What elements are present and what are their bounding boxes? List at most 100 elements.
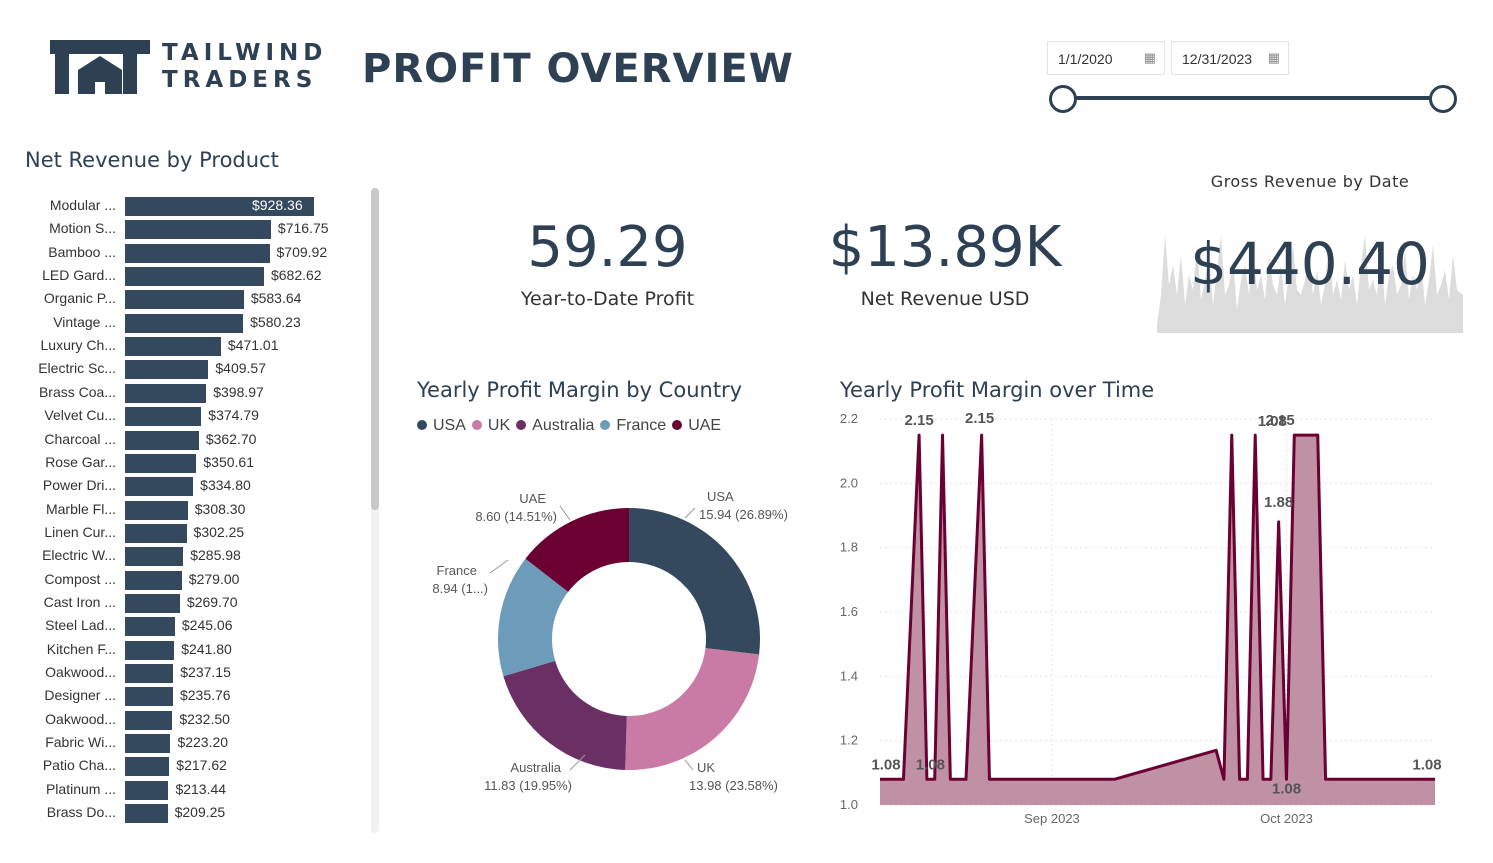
data-label: 1.88	[1264, 494, 1293, 511]
bar-label: Electric W...	[42, 547, 116, 564]
bar[interactable]	[125, 243, 270, 263]
bar[interactable]	[125, 570, 182, 590]
bar[interactable]	[125, 664, 174, 683]
bar-row[interactable]: Electric Sc... $409.57	[25, 358, 370, 381]
data-label: 2.15	[1266, 412, 1295, 429]
date-slider-start-handle[interactable]	[1049, 85, 1077, 113]
bar-label: Motion S...	[49, 220, 116, 237]
bar-row[interactable]: Vintage ... $580.23	[25, 312, 370, 335]
legend-item[interactable]: UK	[471, 417, 510, 435]
bar[interactable]	[125, 477, 194, 497]
bar[interactable]	[125, 267, 264, 287]
bar-row[interactable]: Kitchen F... $241.80	[25, 639, 370, 662]
data-label: 1.08	[871, 756, 900, 773]
bar-row[interactable]: Power Dri... $334.80	[25, 475, 370, 498]
bar-row[interactable]: Brass Coa... $398.97	[25, 382, 370, 405]
profit-margin-over-time-chart: 2.2 2.0 1.8 1.6 1.4 1.2 1.0 Sep 2023 Oct 2023 1.0…	[840, 410, 1442, 826]
ytd-profit-label: Year-to-Date Profit	[520, 288, 695, 310]
legend-label: France	[616, 417, 667, 434]
bar[interactable]	[125, 757, 170, 777]
bar[interactable]	[125, 617, 175, 637]
legend-item[interactable]: UAE	[672, 417, 721, 435]
bar-label: Bamboo ...	[48, 243, 116, 260]
bar[interactable]	[125, 360, 209, 380]
donut-slice-uk[interactable]	[625, 648, 760, 770]
bar-value-label: $583.64	[250, 290, 302, 307]
bar-row[interactable]: Designer ... $235.76	[25, 685, 370, 708]
end-date-input[interactable]: 12/31/2023 ▦	[1171, 41, 1289, 75]
bar[interactable]	[125, 734, 171, 754]
date-range-slider-track[interactable]	[1063, 96, 1444, 100]
calendar-icon[interactable]: ▦	[1144, 50, 1156, 66]
bar[interactable]	[125, 593, 180, 613]
donut-label-name: USA	[707, 489, 734, 504]
bar[interactable]	[125, 407, 202, 427]
bar[interactable]	[125, 547, 184, 567]
bar[interactable]	[125, 453, 197, 473]
bar-value-label: $709.92	[276, 243, 328, 260]
profit-margin-line[interactable]	[880, 433, 1435, 781]
bar-row[interactable]: Platinum ... $213.44	[25, 779, 370, 802]
bar-row[interactable]: Oakwood... $237.15	[25, 662, 370, 685]
bar-label: Modular ...	[49, 197, 116, 213]
bar[interactable]	[125, 523, 187, 543]
donut-slice-usa[interactable]	[629, 508, 760, 655]
bar-row[interactable]: Velvet Cu... $374.79	[25, 405, 370, 428]
x-tick-label: Sep 2023	[1024, 811, 1080, 826]
bar-row[interactable]: Luxury Ch... $471.01	[25, 335, 370, 358]
donut-slice-australia[interactable]	[503, 660, 627, 770]
bar-row[interactable]: Bamboo ... $709.92	[25, 242, 370, 265]
bar[interactable]	[125, 337, 221, 357]
start-date-input[interactable]: 1/1/2020 ▦	[1047, 41, 1165, 75]
bar-row[interactable]: Patio Cha... $217.62	[25, 755, 370, 778]
bar-row[interactable]: Electric W... $285.98	[25, 545, 370, 568]
bar-label: Power Dri...	[42, 477, 116, 494]
bar[interactable]	[125, 290, 244, 310]
bar-row[interactable]: Brass Do... $209.25	[25, 802, 370, 825]
bar[interactable]	[125, 804, 168, 824]
net-revenue-label: Net Revenue USD	[860, 288, 1030, 310]
y-tick-label: 1.4	[840, 668, 858, 683]
legend-item[interactable]: USA	[417, 417, 466, 435]
bar-row[interactable]: Oakwood... $232.50	[25, 709, 370, 732]
bar[interactable]	[125, 780, 169, 800]
profit-margin-by-country-title: Yearly Profit Margin by Country	[417, 378, 743, 402]
bar[interactable]	[125, 383, 207, 403]
bar-chart-scrollbar-thumb[interactable]	[371, 188, 379, 510]
bar[interactable]	[125, 500, 188, 520]
bar-row[interactable]: Fabric Wi... $223.20	[25, 732, 370, 755]
bar-row[interactable]: LED Gard... $682.62	[25, 265, 370, 288]
bar-label: Organic P...	[43, 290, 116, 307]
bar[interactable]	[125, 710, 173, 730]
logo-text: TAILWIND TRADERS	[162, 40, 327, 94]
bar[interactable]	[125, 687, 173, 707]
bar[interactable]	[125, 313, 244, 333]
bar-row[interactable]: Linen Cur... $302.25	[25, 522, 370, 545]
legend-dot-icon	[516, 420, 527, 430]
bar-value-label: $213.44	[175, 780, 227, 797]
bar-row[interactable]: Rose Gar... $350.61	[25, 452, 370, 475]
legend-label: USA	[433, 417, 466, 434]
bar-label: Compost ...	[44, 570, 116, 587]
donut-label-value: 8.60 (14.51%)	[475, 509, 557, 524]
bar-label: Velvet Cu...	[44, 407, 116, 424]
bar-row[interactable]: Organic P... $583.64	[25, 288, 370, 311]
bar-row[interactable]: Marble Fl... $308.30	[25, 499, 370, 522]
bar-value-label: $241.80	[181, 640, 232, 657]
donut-leader-line	[684, 759, 694, 771]
calendar-icon[interactable]: ▦	[1268, 50, 1280, 66]
bar-value-label: $334.80	[200, 477, 251, 494]
bar-row[interactable]: Steel Lad... $245.06	[25, 615, 370, 638]
bar-row[interactable]: Motion S... $716.75	[25, 218, 370, 241]
bar-row[interactable]: Cast Iron ... $269.70	[25, 592, 370, 615]
legend-item[interactable]: France	[600, 417, 666, 435]
bar[interactable]	[125, 430, 199, 450]
bar-row[interactable]: Compost ... $279.00	[25, 569, 370, 592]
legend-item[interactable]: Australia	[516, 417, 594, 435]
bar-row[interactable]: Charcoal ... $362.70	[25, 429, 370, 452]
bar-row[interactable]: Modular ... $928.36	[25, 195, 370, 218]
bar[interactable]	[125, 220, 271, 240]
bar[interactable]	[125, 640, 175, 660]
date-slider-end-handle[interactable]	[1429, 85, 1457, 113]
data-label: 2.15	[965, 410, 994, 427]
